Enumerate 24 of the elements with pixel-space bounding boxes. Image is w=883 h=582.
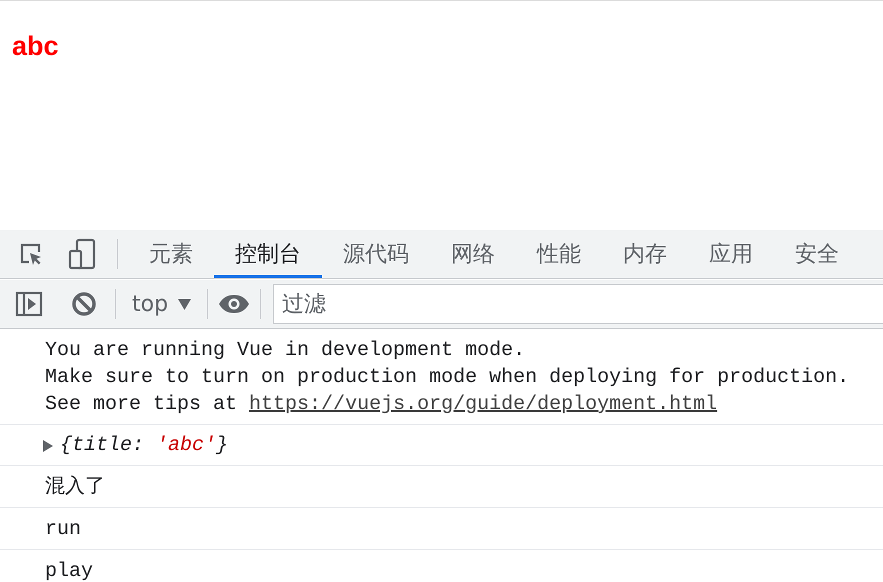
clear-icon[interactable]	[71, 291, 97, 317]
devtools-tab[interactable]: 安全	[774, 230, 860, 278]
devtools-tab[interactable]: 网络	[430, 230, 516, 278]
devtools-tab[interactable]: 源代码	[322, 230, 430, 278]
eye-icon[interactable]	[218, 294, 250, 314]
devtools-tab[interactable]: 内存	[602, 230, 688, 278]
log-message: You are running Vue in development mode.	[45, 338, 526, 364]
object-preview: {title: 'abc'}	[60, 433, 228, 459]
log-message: play	[45, 559, 94, 582]
devtools-tab[interactable]: 性能	[516, 230, 602, 278]
expand-arrow-icon[interactable]	[43, 440, 53, 452]
devtools-tab[interactable]: 元素	[128, 230, 214, 278]
log-message: run	[45, 517, 82, 543]
filter-field[interactable]: 过滤	[273, 284, 883, 324]
page-heading: abc	[12, 30, 60, 62]
log-message: 混入了	[45, 474, 106, 501]
link[interactable]: https://vuejs.org/guide/deployment.html	[249, 393, 718, 416]
devtools-tab[interactable]: 应用	[688, 230, 774, 278]
log-message: Make sure to turn on production mode when deploying for production.	[45, 365, 850, 391]
caret-icon	[178, 298, 192, 310]
sidebar-icon[interactable]	[15, 291, 43, 317]
log-message: See more tips at https://vuejs.org/guide/deployment.html	[45, 392, 718, 418]
device-icon[interactable]	[67, 238, 97, 270]
context-dropdown[interactable]: top	[126, 292, 198, 316]
